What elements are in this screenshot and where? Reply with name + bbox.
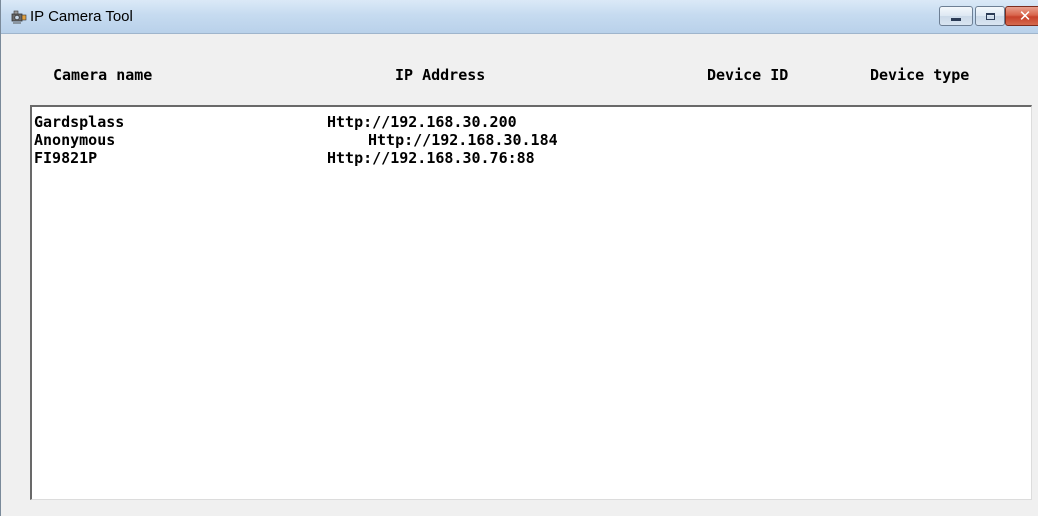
ip-address-cell: Http://192.168.30.184	[368, 131, 558, 149]
header-camera-name[interactable]: Camera name	[53, 66, 152, 84]
minimize-button[interactable]	[939, 6, 973, 26]
camera-icon	[11, 10, 27, 24]
close-button[interactable]: ✕	[1005, 6, 1038, 26]
camera-list[interactable]: Gardsplass Http://192.168.30.200 Anonymo…	[30, 105, 1032, 500]
header-ip-address[interactable]: IP Address	[395, 66, 485, 84]
close-icon: ✕	[1018, 6, 1032, 25]
list-item[interactable]: Gardsplass Http://192.168.30.200	[32, 113, 1031, 131]
maximize-icon	[985, 12, 995, 20]
maximize-button[interactable]	[975, 6, 1005, 26]
title-bar[interactable]: IP Camera Tool ✕	[1, 0, 1038, 34]
ip-camera-tool-window: IP Camera Tool ✕ Camera name IP Address …	[0, 0, 1038, 516]
list-item[interactable]: FI9821P Http://192.168.30.76:88	[32, 149, 1031, 167]
list-item[interactable]: Anonymous Http://192.168.30.184	[32, 131, 1031, 149]
header-device-id[interactable]: Device ID	[707, 66, 788, 84]
ip-address-cell: Http://192.168.30.76:88	[327, 149, 535, 167]
minimize-icon	[951, 17, 961, 21]
window-title: IP Camera Tool	[30, 8, 133, 25]
camera-name-cell: FI9821P	[34, 149, 98, 167]
camera-name-cell: Anonymous	[34, 131, 116, 149]
column-headers: Camera name IP Address Device ID Device …	[1, 66, 1038, 86]
header-device-type[interactable]: Device type	[870, 66, 969, 84]
camera-name-cell: Gardsplass	[34, 113, 125, 131]
ip-address-cell: Http://192.168.30.200	[327, 113, 517, 131]
